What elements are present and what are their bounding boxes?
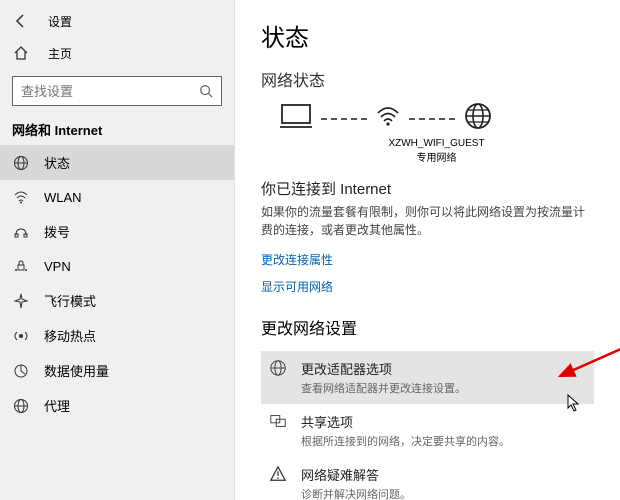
wifi-name: XZWH_WIFI_GUEST — [279, 138, 594, 149]
back-icon — [12, 12, 30, 30]
connected-text: 如果你的流量套餐有限制，则你可以将此网络设置为按流量计费的连接，或者更改其他属性… — [261, 203, 594, 239]
change-net-heading: 更改网络设置 — [261, 315, 594, 339]
nav-label: WLAN — [44, 190, 82, 205]
option-title: 共享选项 — [301, 412, 510, 431]
nav-data[interactable]: 数据使用量 — [0, 353, 234, 388]
adapter-icon — [269, 359, 287, 377]
globe-icon — [12, 154, 30, 172]
nav-wlan[interactable]: WLAN — [0, 180, 234, 214]
wifi-diagram-icon — [375, 103, 401, 134]
option-title: 更改适配器选项 — [301, 359, 466, 378]
page-title: 状态 — [261, 18, 594, 53]
data-icon — [12, 362, 30, 380]
search-icon — [197, 82, 215, 100]
connected-heading: 你已连接到 Internet — [261, 178, 594, 199]
nav-label: 移动热点 — [44, 326, 96, 345]
nav-label: 代理 — [44, 396, 70, 415]
sharing-icon — [269, 412, 287, 430]
airplane-icon — [12, 292, 30, 310]
proxy-icon — [12, 397, 30, 415]
nav-label: 数据使用量 — [44, 361, 109, 380]
nav-label: VPN — [44, 259, 71, 274]
option-title: 网络疑难解答 — [301, 465, 411, 484]
network-diagram — [279, 101, 594, 136]
home-label: 主页 — [48, 45, 72, 62]
wifi-icon — [12, 188, 30, 206]
search-input[interactable] — [21, 84, 197, 99]
back-row[interactable]: 设置 — [0, 8, 234, 34]
option-sharing[interactable]: 共享选项 根据所连接到的网络，决定要共享的内容。 — [261, 404, 594, 457]
vpn-icon — [12, 257, 30, 275]
nav-label: 拨号 — [44, 222, 70, 241]
net-status-heading: 网络状态 — [261, 67, 594, 91]
pc-icon — [279, 102, 313, 135]
option-sub: 诊断并解决网络问题。 — [301, 486, 411, 500]
option-sub: 根据所连接到的网络，决定要共享的内容。 — [301, 433, 510, 449]
nav-label: 飞行模式 — [44, 291, 96, 310]
globe-diagram-icon — [463, 101, 493, 136]
home-icon — [12, 44, 30, 62]
nav-vpn[interactable]: VPN — [0, 249, 234, 283]
link-show-available[interactable]: 显示可用网络 — [261, 278, 594, 295]
window-title: 设置 — [48, 13, 72, 30]
troubleshoot-icon — [269, 465, 287, 483]
nav-hotspot[interactable]: 移动热点 — [0, 318, 234, 353]
nav-airplane[interactable]: 飞行模式 — [0, 283, 234, 318]
network-label: XZWH_WIFI_GUEST 专用网络 — [279, 138, 594, 164]
dialup-icon — [12, 223, 30, 241]
main-panel: 状态 网络状态 XZWH_WIFI_GUEST 专用网络 你已连接到 Inter… — [235, 0, 620, 500]
link-change-connection[interactable]: 更改连接属性 — [261, 251, 594, 268]
option-troubleshoot[interactable]: 网络疑难解答 诊断并解决网络问题。 — [261, 457, 594, 500]
sidebar: 设置 主页 网络和 Internet 状态 WLAN 拨号 VPN 飞行模式 移… — [0, 0, 235, 500]
hotspot-icon — [12, 327, 30, 345]
connection-line — [409, 118, 455, 120]
option-sub: 查看网络适配器并更改连接设置。 — [301, 380, 466, 396]
connection-line — [321, 118, 367, 120]
nav-status[interactable]: 状态 — [0, 145, 234, 180]
nav-proxy[interactable]: 代理 — [0, 388, 234, 423]
wifi-type: 专用网络 — [279, 149, 594, 164]
home-row[interactable]: 主页 — [0, 34, 234, 72]
section-title: 网络和 Internet — [0, 116, 234, 145]
option-adapter[interactable]: 更改适配器选项 查看网络适配器并更改连接设置。 — [261, 351, 594, 404]
nav-label: 状态 — [44, 153, 70, 172]
nav-dialup[interactable]: 拨号 — [0, 214, 234, 249]
search-box[interactable] — [12, 76, 222, 106]
